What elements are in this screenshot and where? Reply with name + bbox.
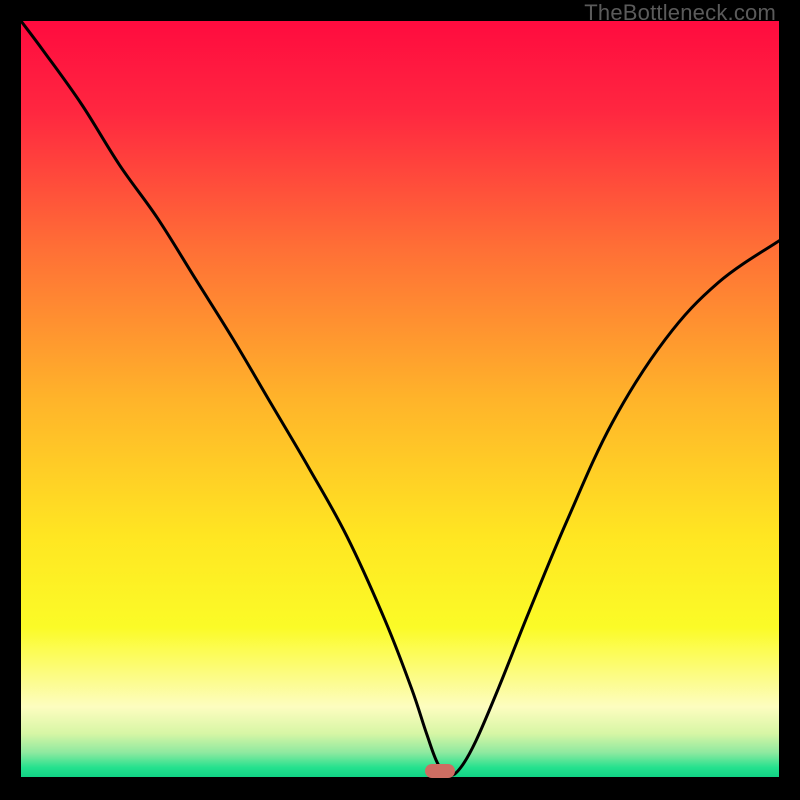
gradient-background bbox=[21, 21, 779, 779]
plot-area bbox=[21, 21, 779, 779]
optimal-point-marker bbox=[425, 764, 455, 778]
chart-frame: TheBottleneck.com bbox=[0, 0, 800, 800]
watermark-text: TheBottleneck.com bbox=[584, 0, 776, 26]
chart-svg bbox=[21, 21, 779, 779]
